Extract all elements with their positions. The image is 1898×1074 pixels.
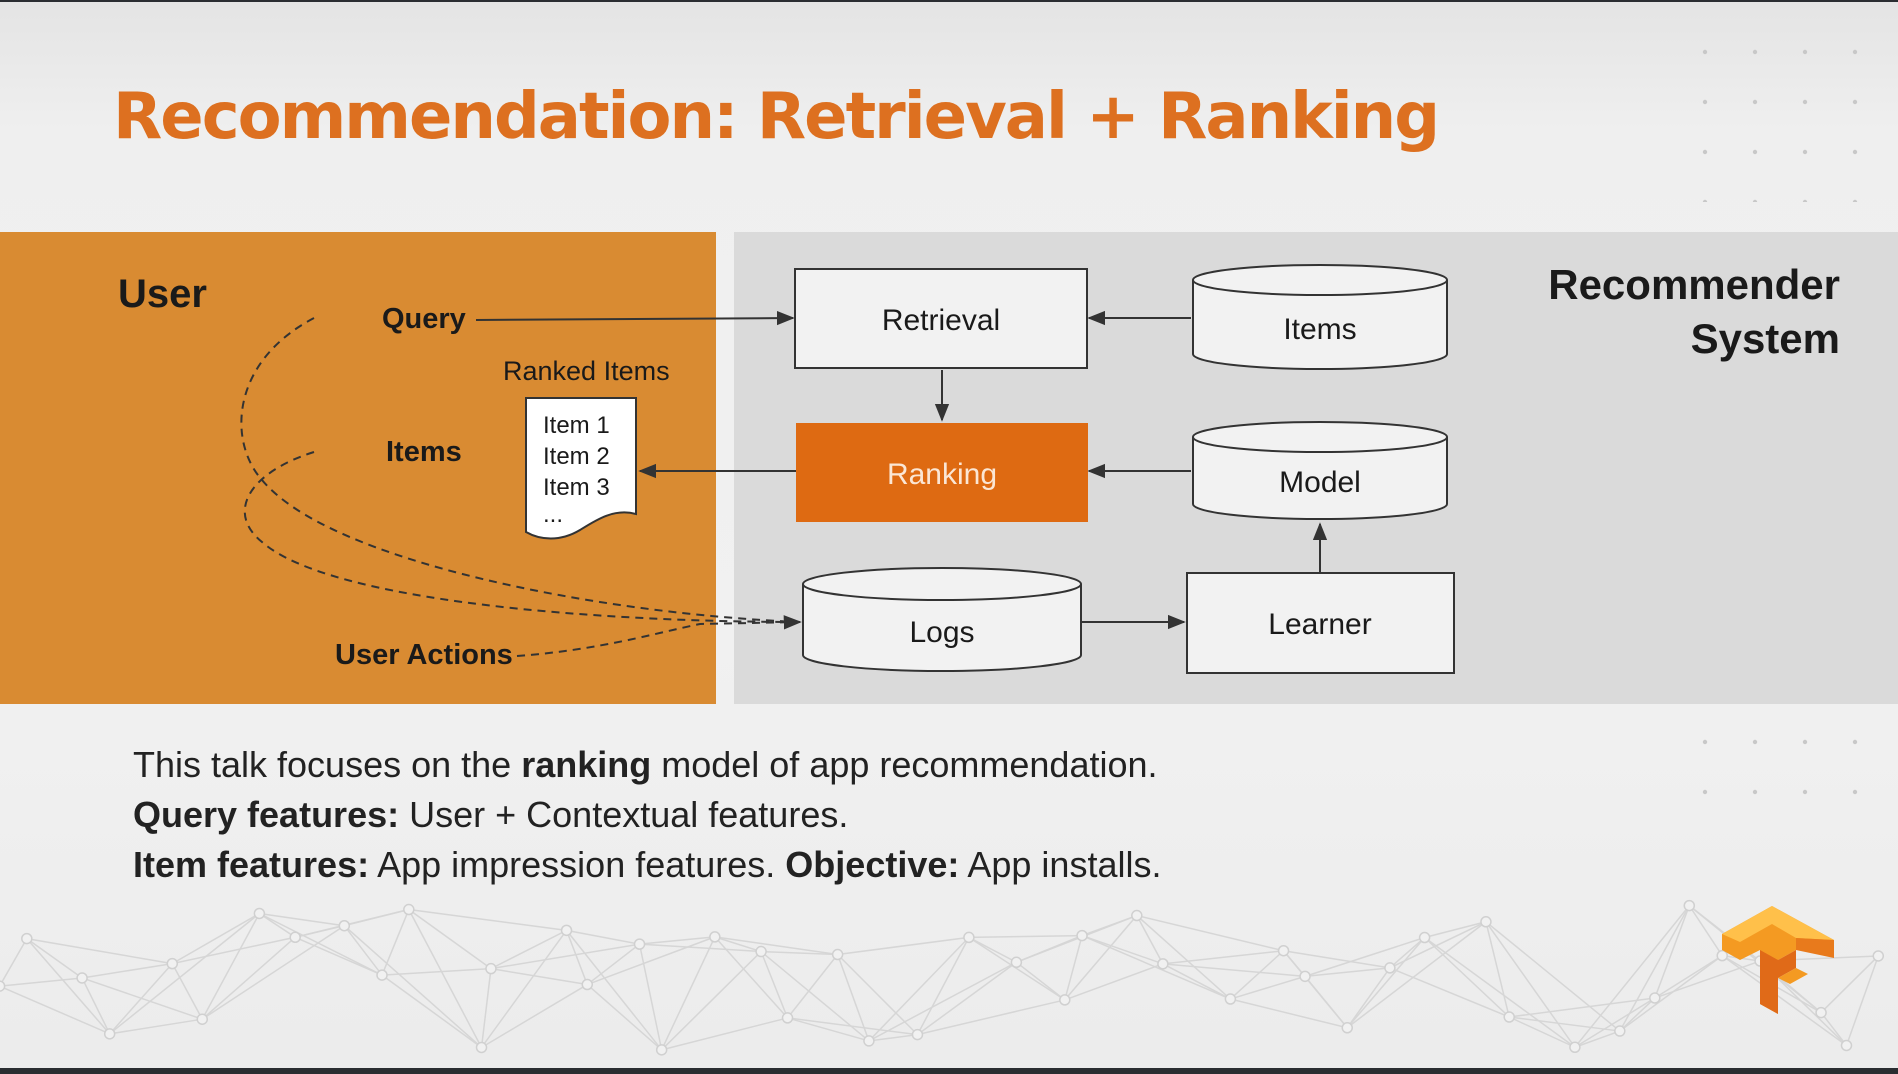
caption-line-2-emphasis: Query features: [133,794,400,835]
ranked-item-3: Item 3 [543,474,610,501]
recommendation-diagram: User Query Items User Actions Ranked Ite… [118,261,1840,674]
caption: This talk focuses on the ranking model o… [133,740,1161,890]
caption-line-1-text: This talk focuses on the [133,744,522,785]
items-label: Items [386,436,462,468]
items-action-curve [243,451,801,623]
ranking-label: Ranking [887,458,997,491]
user-title: User [118,272,207,316]
query-to-retrieval-arrow [475,310,795,326]
caption-line-1-rest: model of app recommendation. [651,744,1158,785]
caption-line-2: Query features: User + Contextual featur… [133,790,1161,840]
ranked-items-title: Ranked Items [503,356,670,386]
user-actions-label: User Actions [335,639,513,671]
retrieval-label: Retrieval [882,304,1000,337]
ranked-item-more: ... [543,501,563,528]
caption-line-2-text: User + Contextual features. [399,794,849,835]
caption-line-3-rest: App installs. [959,844,1162,885]
caption-line-3: Item features: App impression features. … [133,840,1161,890]
model-db-label: Model [1279,466,1361,499]
learner-label: Learner [1268,608,1371,641]
slide: Recommendation: Retrieval + Ranking User… [0,2,1898,1068]
caption-line-3-emphasis-1: Item features: [133,844,370,885]
recommender-title-line1: Recommender [1548,261,1840,308]
ranked-item-1: Item 1 [543,412,610,439]
tensorflow-logo-icon [1722,906,1834,1014]
logs-db-label: Logs [909,616,974,649]
recommender-title-line2: System [1691,315,1840,362]
user-actions-curve [516,615,802,657]
caption-line-1: This talk focuses on the ranking model o… [133,740,1161,790]
query-label: Query [382,303,466,335]
caption-line-3-text: App impression features. [369,844,786,885]
ranked-item-2: Item 2 [543,443,610,470]
items-db-label: Items [1283,313,1356,346]
caption-line-1-emphasis: ranking [521,744,652,785]
caption-line-3-emphasis-2: Objective: [785,844,960,885]
